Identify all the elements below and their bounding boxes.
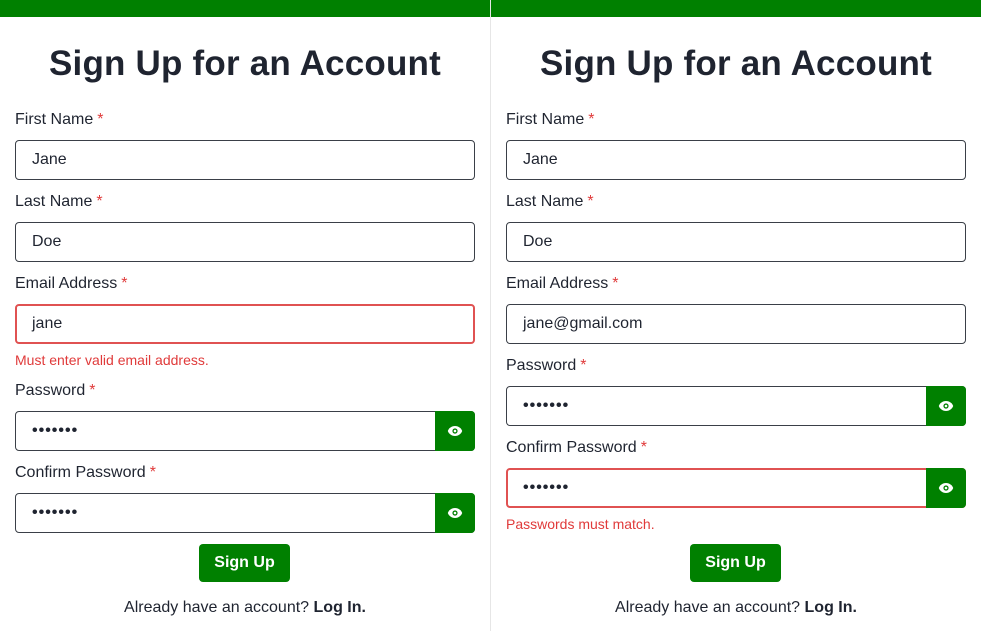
required-asterisk: * bbox=[121, 275, 128, 292]
last-name-input[interactable]: Doe bbox=[506, 222, 966, 262]
signup-form-invalid-email: Sign Up for an Account First Name * Jane … bbox=[0, 0, 490, 631]
required-asterisk: * bbox=[612, 275, 619, 292]
email-label-text: Email Address bbox=[15, 275, 118, 292]
first-name-input[interactable]: Jane bbox=[15, 140, 475, 180]
confirm-password-label-text: Confirm Password bbox=[506, 439, 637, 456]
first-name-value: Jane bbox=[32, 151, 67, 168]
password-label-text: Password bbox=[506, 357, 577, 374]
top-accent-bar bbox=[491, 0, 981, 17]
page-title: Sign Up for an Account bbox=[540, 44, 932, 83]
top-accent-bar bbox=[0, 0, 490, 17]
log-in-link[interactable]: Log In. bbox=[314, 599, 366, 616]
login-prompt-text: Already have an account? bbox=[124, 599, 310, 616]
login-prompt: Already have an account? Log In. bbox=[0, 599, 490, 617]
confirm-password-label-text: Confirm Password bbox=[15, 464, 146, 481]
confirm-password-field: ••••••• bbox=[506, 468, 966, 508]
password-input[interactable]: ••••••• bbox=[15, 411, 475, 451]
first-name-label-text: First Name bbox=[15, 111, 94, 128]
password-value: ••••••• bbox=[32, 422, 79, 439]
first-name-input[interactable]: Jane bbox=[506, 140, 966, 180]
last-name-value: Doe bbox=[32, 233, 62, 250]
first-name-label: First Name * bbox=[506, 111, 594, 129]
eye-icon bbox=[938, 483, 954, 493]
required-asterisk: * bbox=[89, 382, 96, 399]
last-name-label-text: Last Name bbox=[506, 193, 584, 210]
first-name-value: Jane bbox=[523, 151, 558, 168]
confirm-password-label: Confirm Password * bbox=[506, 439, 647, 457]
password-label-text: Password bbox=[15, 382, 86, 399]
email-label: Email Address * bbox=[506, 275, 619, 293]
email-value: jane bbox=[32, 315, 63, 332]
email-label-text: Email Address bbox=[506, 275, 609, 292]
confirm-password-error-message: Passwords must match. bbox=[506, 516, 655, 532]
show-password-button[interactable] bbox=[926, 386, 966, 426]
sign-up-button[interactable]: Sign Up bbox=[199, 544, 290, 582]
first-name-label: First Name * bbox=[15, 111, 103, 129]
password-label: Password * bbox=[15, 382, 95, 400]
required-asterisk: * bbox=[580, 357, 587, 374]
eye-icon bbox=[447, 508, 463, 518]
password-input[interactable]: ••••••• bbox=[506, 386, 966, 426]
page-title: Sign Up for an Account bbox=[49, 44, 441, 83]
email-value: jane@gmail.com bbox=[523, 315, 643, 332]
required-asterisk: * bbox=[587, 193, 594, 210]
confirm-password-value: ••••••• bbox=[32, 504, 79, 521]
last-name-input[interactable]: Doe bbox=[15, 222, 475, 262]
log-in-link[interactable]: Log In. bbox=[805, 599, 857, 616]
last-name-value: Doe bbox=[523, 233, 553, 250]
eye-icon bbox=[447, 426, 463, 436]
required-asterisk: * bbox=[96, 193, 103, 210]
password-value: ••••••• bbox=[523, 397, 570, 414]
password-field: ••••••• bbox=[506, 386, 966, 426]
sign-up-button[interactable]: Sign Up bbox=[690, 544, 781, 582]
first-name-label-text: First Name bbox=[506, 111, 585, 128]
signup-form-password-mismatch: Sign Up for an Account First Name * Jane … bbox=[491, 0, 981, 631]
email-label: Email Address * bbox=[15, 275, 128, 293]
required-asterisk: * bbox=[97, 111, 104, 128]
show-password-button[interactable] bbox=[435, 411, 475, 451]
email-input[interactable]: jane bbox=[15, 304, 475, 344]
show-confirm-password-button[interactable] bbox=[926, 468, 966, 508]
login-prompt: Already have an account? Log In. bbox=[491, 599, 981, 617]
confirm-password-field: ••••••• bbox=[15, 493, 475, 533]
eye-icon bbox=[938, 401, 954, 411]
last-name-label: Last Name * bbox=[506, 193, 594, 211]
last-name-label-text: Last Name bbox=[15, 193, 93, 210]
confirm-password-label: Confirm Password * bbox=[15, 464, 156, 482]
required-asterisk: * bbox=[588, 111, 595, 128]
password-label: Password * bbox=[506, 357, 586, 375]
confirm-password-value: ••••••• bbox=[523, 479, 570, 496]
required-asterisk: * bbox=[640, 439, 647, 456]
login-prompt-text: Already have an account? bbox=[615, 599, 801, 616]
last-name-label: Last Name * bbox=[15, 193, 103, 211]
email-input[interactable]: jane@gmail.com bbox=[506, 304, 966, 344]
password-field: ••••••• bbox=[15, 411, 475, 451]
email-error-message: Must enter valid email address. bbox=[15, 352, 209, 368]
show-confirm-password-button[interactable] bbox=[435, 493, 475, 533]
confirm-password-input[interactable]: ••••••• bbox=[506, 468, 966, 508]
required-asterisk: * bbox=[149, 464, 156, 481]
confirm-password-input[interactable]: ••••••• bbox=[15, 493, 475, 533]
